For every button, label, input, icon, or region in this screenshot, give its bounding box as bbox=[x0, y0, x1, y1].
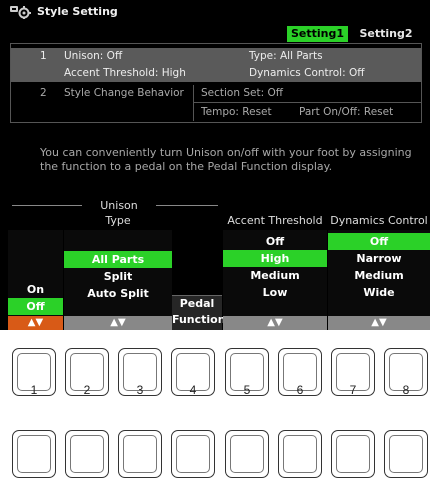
summary-item-1[interactable]: 1 Unison: Off Type: All Parts bbox=[11, 48, 421, 65]
settings-summary-panel: 1 Unison: Off Type: All Parts Accent Thr… bbox=[10, 43, 422, 123]
button-number: 6 bbox=[296, 383, 304, 397]
button-number: 4 bbox=[189, 383, 197, 397]
option-all-parts[interactable]: All Parts bbox=[64, 251, 172, 268]
button-2-lower[interactable] bbox=[65, 430, 109, 478]
divider bbox=[193, 85, 194, 121]
display-screen: Style Setting Setting1 Setting2 1 Unison… bbox=[0, 0, 430, 330]
unison-summary: Unison: Off bbox=[64, 50, 123, 62]
up-down-arrows-icon[interactable]: ▲▼ bbox=[223, 316, 327, 330]
button-5-lower[interactable] bbox=[225, 430, 269, 478]
button-4-lower[interactable] bbox=[171, 430, 215, 478]
type-label: Type bbox=[105, 214, 131, 227]
option-auto-split[interactable]: Auto Split bbox=[64, 285, 172, 302]
divider bbox=[193, 102, 421, 103]
option-medium[interactable]: Medium bbox=[328, 267, 430, 284]
tempo-summary: Tempo: Reset bbox=[201, 106, 272, 118]
button-8-lower[interactable] bbox=[384, 430, 428, 478]
page-title: Style Setting bbox=[37, 5, 118, 18]
option-wide[interactable]: Wide bbox=[328, 284, 430, 301]
up-down-arrows-icon[interactable]: ▲▼ bbox=[328, 316, 430, 330]
button-number: 1 bbox=[30, 383, 38, 397]
style-change-behavior-label: Style Change Behavior bbox=[64, 87, 184, 99]
option-high[interactable]: High bbox=[223, 250, 327, 267]
option-narrow[interactable]: Narrow bbox=[328, 250, 430, 267]
summary-item-2-line2[interactable]: Tempo: Reset Part On/Off: Reset bbox=[11, 104, 421, 121]
button-number: 7 bbox=[349, 383, 357, 397]
item-number: 1 bbox=[40, 50, 47, 62]
part-on-off-summary: Part On/Off: Reset bbox=[299, 106, 394, 118]
dynamics-summary: Dynamics Control: Off bbox=[249, 67, 365, 79]
button-1-lower[interactable] bbox=[12, 430, 56, 478]
button-number: 5 bbox=[243, 383, 251, 397]
tab-setting1[interactable]: Setting1 bbox=[287, 26, 348, 42]
divider bbox=[12, 205, 82, 206]
pedal-function-label-line2: Function bbox=[172, 313, 226, 326]
button-3-lower[interactable] bbox=[118, 430, 162, 478]
button-6-lower[interactable] bbox=[278, 430, 322, 478]
section-set-summary: Section Set: Off bbox=[201, 87, 283, 99]
dynamics-control-label: Dynamics Control bbox=[330, 214, 428, 227]
tab-setting2[interactable]: Setting2 bbox=[350, 26, 422, 42]
button-number: 3 bbox=[136, 383, 144, 397]
divider bbox=[156, 205, 218, 206]
unison-type-selector[interactable]: All Parts Split Auto Split ▲▼ bbox=[64, 230, 172, 330]
pedal-function-label-line1: Pedal bbox=[179, 297, 215, 310]
option-medium[interactable]: Medium bbox=[223, 267, 327, 284]
dynamics-control-selector[interactable]: Off Narrow Medium Wide ▲▼ bbox=[328, 230, 430, 330]
up-down-arrows-icon[interactable]: ▲▼ bbox=[64, 316, 172, 330]
summary-item-2[interactable]: 2 Style Change Behavior Section Set: Off bbox=[11, 85, 421, 102]
type-summary: Type: All Parts bbox=[249, 50, 323, 62]
info-text: You can conveniently turn Unison on/off … bbox=[40, 146, 412, 173]
unison-onoff-selector[interactable]: On Off ▲▼ bbox=[8, 230, 63, 330]
unison-group-label: Unison bbox=[100, 199, 138, 212]
option-off[interactable]: Off bbox=[223, 233, 327, 250]
option-on[interactable]: On bbox=[8, 281, 63, 298]
pedal-function-button[interactable]: Pedal Function bbox=[172, 295, 226, 330]
button-number: 2 bbox=[83, 383, 91, 397]
option-low[interactable]: Low bbox=[223, 284, 327, 301]
accent-threshold-selector[interactable]: Off High Medium Low ▲▼ bbox=[223, 230, 327, 330]
up-down-arrows-icon[interactable]: ▲▼ bbox=[8, 316, 63, 330]
option-off[interactable]: Off bbox=[8, 298, 63, 315]
option-split[interactable]: Split bbox=[64, 268, 172, 285]
option-off[interactable]: Off bbox=[328, 233, 430, 250]
accent-summary: Accent Threshold: High bbox=[64, 67, 186, 79]
button-number: 8 bbox=[402, 383, 410, 397]
item-number: 2 bbox=[40, 87, 47, 99]
accent-threshold-label: Accent Threshold bbox=[227, 214, 323, 227]
summary-item-1-line2[interactable]: Accent Threshold: High Dynamics Control:… bbox=[11, 65, 421, 82]
button-7-lower[interactable] bbox=[331, 430, 375, 478]
style-setting-icon bbox=[10, 6, 31, 19]
